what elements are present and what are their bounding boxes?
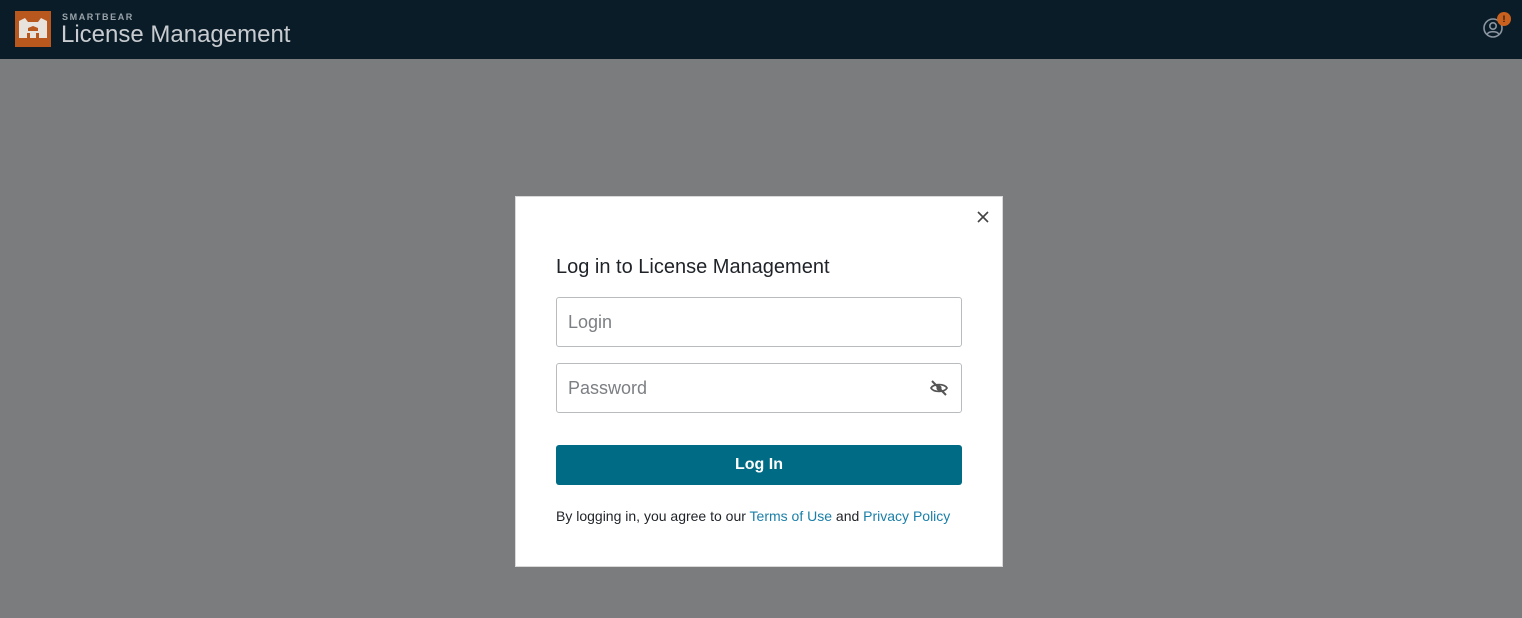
app-title: License Management (61, 21, 291, 48)
terms-of-use-link[interactable]: Terms of Use (750, 508, 832, 524)
legal-notice: By logging in, you agree to our Terms of… (556, 507, 976, 525)
log-in-button[interactable]: Log In (556, 445, 962, 485)
privacy-policy-link[interactable]: Privacy Policy (863, 508, 950, 524)
password-input[interactable] (568, 364, 918, 412)
eye-slash-icon[interactable] (929, 378, 949, 398)
bear-logo-icon[interactable] (15, 11, 51, 47)
legal-prefix: By logging in, you agree to our (556, 508, 750, 524)
close-icon[interactable] (973, 207, 993, 227)
notification-badge: ! (1497, 12, 1511, 26)
legal-middle: and (832, 508, 864, 524)
password-field[interactable] (556, 363, 962, 413)
top-navigation-bar: SMARTBEAR License Management ! (0, 0, 1522, 59)
login-field[interactable] (556, 297, 962, 347)
login-input[interactable] (568, 298, 918, 346)
dialog-title: Log in to License Management (556, 256, 830, 278)
login-dialog: Log in to License Management Log In By l… (515, 196, 1003, 567)
